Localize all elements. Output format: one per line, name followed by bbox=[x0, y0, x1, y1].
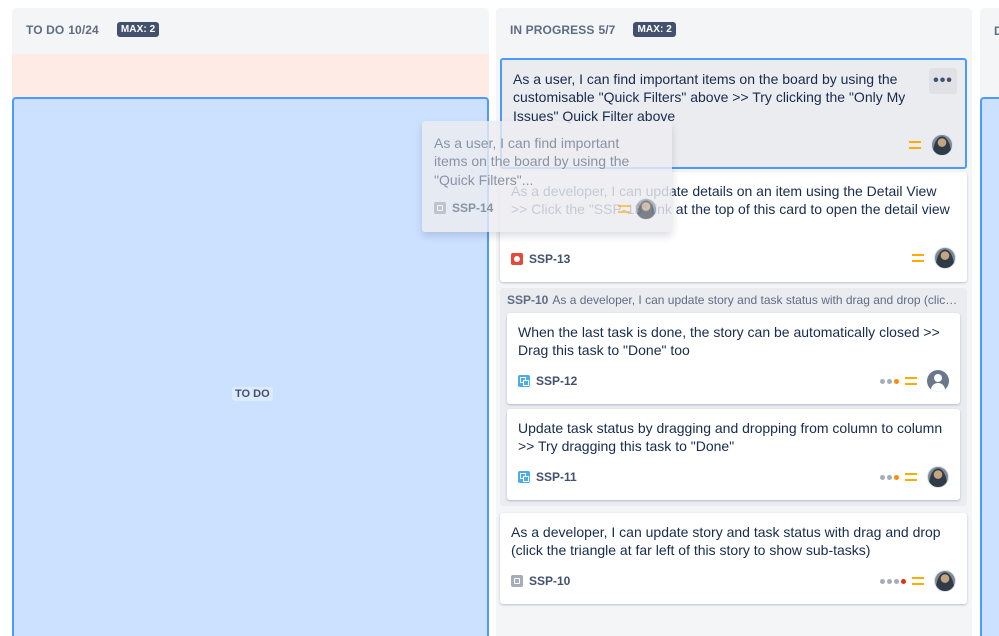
column-title: TO DO bbox=[26, 22, 65, 37]
card-summary: Update task status by dragging and dropp… bbox=[518, 420, 943, 455]
issue-key-link[interactable]: SSP-12 bbox=[536, 374, 577, 388]
priority-medium-icon bbox=[905, 473, 917, 481]
issue-key-link[interactable]: SSP-11 bbox=[536, 470, 577, 484]
card-summary: When the last task is done, the story ca… bbox=[518, 324, 940, 359]
story-icon bbox=[511, 575, 523, 587]
card-key-row: SSP-11 bbox=[518, 470, 577, 484]
more-actions-button[interactable]: ••• bbox=[929, 68, 957, 94]
kanban-board: TO DO 10/24 MAX: 2 TO DO IN PROGRESS 5/7… bbox=[0, 0, 999, 636]
drop-zone-todo[interactable]: TO DO bbox=[12, 97, 489, 636]
column-todo: TO DO 10/24 MAX: 2 TO DO bbox=[12, 8, 489, 636]
card-meta bbox=[878, 570, 956, 592]
subtask-swimlane-ssp-10: SSP-10 As a developer, I can update story… bbox=[500, 288, 967, 506]
card-summary: As a user, I can find important items on… bbox=[513, 71, 906, 124]
card-meta bbox=[878, 466, 949, 488]
assignee-avatar bbox=[635, 198, 657, 220]
issue-card-ssp-10[interactable]: As a developer, I can update story and t… bbox=[500, 513, 967, 604]
assignee-avatar[interactable] bbox=[931, 134, 953, 156]
card-summary: As a developer, I can update story and t… bbox=[511, 524, 941, 559]
card-key-row: SSP-10 bbox=[511, 574, 570, 588]
priority-medium-icon bbox=[912, 577, 924, 585]
assignee-avatar[interactable] bbox=[934, 247, 956, 269]
drag-preview-summary: As a user, I can find important items on… bbox=[434, 135, 630, 188]
column-issue-count: 10/24 bbox=[68, 22, 99, 37]
issue-key-link[interactable]: SSP-10 bbox=[529, 574, 570, 588]
drag-preview-card[interactable]: As a user, I can find important items on… bbox=[422, 121, 672, 232]
issue-card-ssp-12[interactable]: When the last task is done, the story ca… bbox=[507, 313, 960, 404]
unassigned-avatar-icon[interactable] bbox=[927, 370, 949, 392]
drop-zone-label: TO DO bbox=[232, 387, 273, 401]
column-issue-count: 5/7 bbox=[598, 22, 616, 37]
column-title: D bbox=[994, 24, 999, 38]
story-points-dots-icon bbox=[878, 378, 899, 384]
assignee-avatar[interactable] bbox=[934, 570, 956, 592]
column-header-todo: TO DO 10/24 MAX: 2 bbox=[26, 22, 160, 37]
column-title: IN PROGRESS bbox=[510, 22, 595, 37]
subtask-icon bbox=[518, 471, 530, 483]
drop-zone-done[interactable] bbox=[980, 97, 999, 636]
max-limit-badge: MAX: 2 bbox=[116, 22, 160, 37]
bug-icon bbox=[511, 253, 523, 265]
story-points-dots-icon bbox=[878, 578, 906, 584]
card-meta bbox=[912, 247, 956, 269]
column-done: D bbox=[980, 8, 999, 636]
priority-medium-icon bbox=[909, 141, 921, 149]
assignee-avatar[interactable] bbox=[927, 466, 949, 488]
priority-medium-icon bbox=[905, 377, 917, 385]
card-meta bbox=[909, 134, 953, 156]
drag-preview-key-row: SSP-14 bbox=[434, 201, 493, 215]
story-icon bbox=[434, 202, 446, 214]
drag-preview-key: SSP-14 bbox=[452, 201, 494, 215]
max-limit-badge: MAX: 2 bbox=[633, 22, 676, 37]
swimlane-key: SSP-10 bbox=[507, 293, 549, 307]
issue-key-link[interactable]: SSP-13 bbox=[529, 252, 570, 266]
column-header-in-progress: IN PROGRESS 5/7 MAX: 2 bbox=[510, 22, 676, 37]
priority-medium-icon bbox=[912, 254, 924, 262]
story-points-dots-icon bbox=[878, 474, 899, 480]
card-key-row: SSP-13 bbox=[511, 252, 570, 266]
card-meta bbox=[878, 370, 949, 392]
priority-medium-icon bbox=[618, 205, 630, 213]
subtask-icon bbox=[518, 375, 530, 387]
swimlane-header[interactable]: SSP-10 As a developer, I can update story… bbox=[507, 293, 961, 307]
issue-card-ssp-11[interactable]: Update task status by dragging and dropp… bbox=[507, 409, 960, 500]
card-key-row: SSP-12 bbox=[518, 374, 577, 388]
column-limit-exceeded-band bbox=[12, 54, 489, 98]
swimlane-summary: As a developer, I can update story and t… bbox=[552, 293, 961, 307]
